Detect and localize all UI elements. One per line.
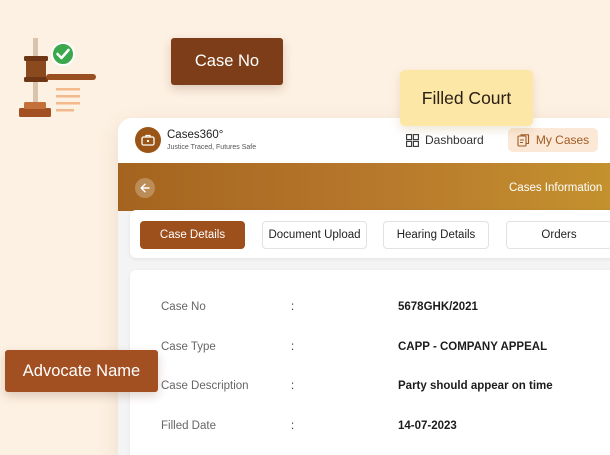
detail-row: Case No : 5678GHK/2021 bbox=[130, 301, 610, 319]
tab-hearing-details[interactable]: Hearing Details bbox=[383, 221, 489, 249]
case-no-chip: Case No bbox=[171, 38, 283, 85]
nav-dashboard[interactable]: Dashboard bbox=[406, 131, 484, 149]
filled-court-chip: Filled Court bbox=[400, 70, 533, 126]
detail-value: 5678GHK/2021 bbox=[398, 301, 478, 313]
advocate-name-chip: Advocate Name bbox=[5, 350, 158, 392]
detail-separator: : bbox=[291, 420, 295, 432]
tabs-bar: Case Details Document Upload Hearing Det… bbox=[130, 210, 610, 258]
nav-my-cases-label: My Cases bbox=[535, 133, 590, 147]
detail-row: Filled Date : 14-07-2023 bbox=[130, 420, 610, 438]
brand-name: Cases360° bbox=[167, 129, 224, 141]
briefcase-icon bbox=[135, 127, 161, 153]
detail-label: Case No bbox=[161, 301, 206, 313]
banner-title: Cases Information bbox=[509, 182, 603, 194]
tab-orders[interactable]: Orders bbox=[506, 221, 610, 249]
grid-icon bbox=[406, 133, 419, 147]
back-button[interactable] bbox=[135, 178, 155, 198]
app-window: Cases360° Justice Traced, Futures Safe D… bbox=[118, 118, 610, 455]
gavel-with-check-icon bbox=[19, 38, 96, 117]
detail-value: 14-07-2023 bbox=[398, 420, 457, 432]
tab-document-upload[interactable]: Document Upload bbox=[262, 221, 367, 249]
detail-row: Case Description : Party should appear o… bbox=[130, 380, 610, 398]
arrow-left-icon bbox=[140, 183, 150, 193]
detail-separator: : bbox=[291, 301, 295, 313]
case-details-card: Case No : 5678GHK/2021 Case Type : CAPP … bbox=[130, 270, 610, 455]
detail-value: Party should appear on time bbox=[398, 380, 553, 392]
detail-value: CAPP - COMPANY APPEAL bbox=[398, 341, 548, 353]
brand-tagline: Justice Traced, Futures Safe bbox=[167, 144, 257, 151]
top-navbar: Cases360° Justice Traced, Futures Safe D… bbox=[118, 118, 610, 163]
nav-dashboard-label: Dashboard bbox=[425, 133, 484, 147]
detail-separator: : bbox=[291, 380, 295, 392]
page-banner: Cases Information bbox=[118, 163, 610, 211]
nav-my-cases[interactable]: My Cases bbox=[508, 128, 598, 152]
detail-label: Filled Date bbox=[161, 420, 216, 432]
detail-row: Case Type : CAPP - COMPANY APPEAL bbox=[130, 341, 610, 359]
detail-label: Case Description bbox=[161, 380, 249, 392]
cases-icon bbox=[517, 133, 529, 147]
tab-case-details[interactable]: Case Details bbox=[140, 221, 245, 249]
detail-separator: : bbox=[291, 341, 295, 353]
detail-label: Case Type bbox=[161, 341, 216, 353]
